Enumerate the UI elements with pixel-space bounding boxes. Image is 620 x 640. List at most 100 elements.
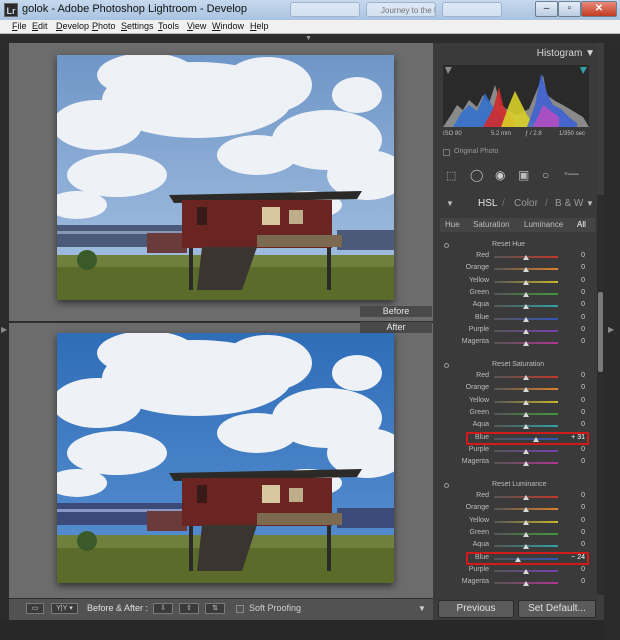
group-reset-2[interactable]: Reset Luminance	[492, 481, 546, 488]
slider-value-red[interactable]: 0	[545, 372, 585, 379]
slider-value-green[interactable]: 0	[545, 289, 585, 296]
slider-thumb-aqua[interactable]	[523, 304, 529, 310]
loupe-view-button[interactable]: ▭	[26, 603, 44, 614]
slider-thumb-yellow[interactable]	[523, 519, 529, 525]
top-panel-arrow-icon[interactable]: ▼	[305, 34, 312, 43]
slider-thumb-purple[interactable]	[523, 448, 529, 454]
slider-value-yellow[interactable]: 0	[545, 277, 585, 284]
menu-item-edit[interactable]: Edit	[32, 20, 48, 33]
red-eye-icon[interactable]: ◉	[495, 168, 505, 182]
slider-thumb-green[interactable]	[523, 291, 529, 297]
set-default-button[interactable]: Set Default...	[518, 600, 596, 618]
menu-item-window[interactable]: Window	[212, 20, 244, 33]
slider-thumb-orange[interactable]	[523, 507, 529, 513]
slider-thumb-red[interactable]	[523, 495, 529, 500]
slider-value-green[interactable]: 0	[545, 529, 585, 536]
slider-thumb-orange[interactable]	[523, 387, 529, 393]
slider-value-magenta[interactable]: 0	[545, 458, 585, 465]
slider-value-magenta[interactable]: 0	[545, 578, 585, 585]
slider-thumb-blue[interactable]	[532, 436, 539, 442]
slider-thumb-magenta[interactable]	[523, 461, 529, 467]
slider-value-aqua[interactable]: 0	[545, 301, 585, 308]
slider-thumb-orange[interactable]	[523, 267, 529, 273]
menu-item-photo[interactable]: Photo	[92, 20, 116, 33]
menu-item-tools[interactable]: Tools	[158, 20, 179, 33]
menu-item-view[interactable]: View	[187, 20, 206, 33]
tab-saturation[interactable]: Saturation	[473, 218, 509, 232]
slider-thumb-aqua[interactable]	[523, 544, 529, 550]
panel-scrollbar-thumb[interactable]	[598, 292, 603, 372]
spot-removal-icon[interactable]: ◯	[470, 168, 483, 182]
slider-value-aqua[interactable]: 0	[545, 541, 585, 548]
soft-proofing-checkbox[interactable]	[236, 605, 244, 613]
slider-thumb-magenta[interactable]	[523, 341, 529, 347]
group-reset-dot-icon[interactable]	[444, 243, 449, 248]
slider-value-green[interactable]: 0	[545, 409, 585, 416]
slider-value-red[interactable]: 0	[545, 252, 585, 259]
radial-filter-icon[interactable]: ○	[542, 168, 549, 182]
collapse-triangle-icon[interactable]: ▼	[586, 199, 594, 208]
slider-value-yellow[interactable]: 0	[545, 517, 585, 524]
slider-thumb-green[interactable]	[523, 531, 529, 537]
group-reset-dot-icon[interactable]	[444, 483, 449, 488]
menu-item-file[interactable]: File	[12, 20, 27, 33]
slider-label-purple: Purple	[468, 325, 489, 333]
left-panel-arrow-icon[interactable]: ▶	[1, 325, 7, 334]
panel-switch-icon[interactable]: ▼	[446, 199, 454, 208]
group-reset-1[interactable]: Reset Saturation	[492, 361, 544, 368]
minimize-button[interactable]: –	[535, 1, 558, 17]
slider-value-orange[interactable]: 0	[545, 504, 585, 511]
slider-value-orange[interactable]: 0	[545, 264, 585, 271]
slider-value-purple[interactable]: 0	[545, 446, 585, 453]
histogram-header[interactable]: Histogram ▼	[440, 48, 595, 60]
before-after-view-button[interactable]: Y|Y ▾	[51, 603, 78, 614]
tab-hue[interactable]: Hue	[445, 218, 460, 232]
slider-thumb-yellow[interactable]	[523, 279, 529, 285]
slider-thumb-purple[interactable]	[523, 568, 529, 574]
slider-thumb-blue[interactable]	[523, 316, 529, 322]
histogram-graph	[443, 65, 589, 127]
toolbar-menu-icon[interactable]: ▼	[418, 604, 426, 613]
menu-item-develop[interactable]: Develop	[56, 20, 89, 33]
color-title[interactable]: Color	[514, 198, 538, 209]
adjustment-brush-icon[interactable]: ◦—	[564, 168, 579, 180]
group-reset-0[interactable]: Reset Hue	[492, 241, 525, 248]
maximize-button[interactable]: ▫	[558, 1, 581, 17]
crop-overlay-icon[interactable]: ⬚	[446, 169, 456, 182]
slider-value-blue[interactable]: 0	[545, 314, 585, 321]
slider-value-blue[interactable]: + 31	[545, 434, 585, 441]
slider-value-aqua[interactable]: 0	[545, 421, 585, 428]
close-button[interactable]: ✕	[581, 1, 617, 17]
slider-value-yellow[interactable]: 0	[545, 397, 585, 404]
slider-thumb-blue[interactable]	[515, 556, 522, 562]
slider-value-purple[interactable]: 0	[545, 566, 585, 573]
slider-thumb-aqua[interactable]	[523, 424, 529, 430]
slider-thumb-magenta[interactable]	[523, 581, 529, 587]
copy-before-to-after-button[interactable]: ⇩	[153, 603, 173, 614]
tab-all[interactable]: All	[577, 218, 586, 232]
hsl-panel-header[interactable]: ▼ HSL / Color / B & W ▼	[440, 197, 595, 211]
slider-thumb-yellow[interactable]	[523, 399, 529, 405]
bw-title[interactable]: B & W	[555, 198, 583, 209]
slider-thumb-red[interactable]	[523, 375, 529, 380]
menu-item-help[interactable]: Help	[250, 20, 269, 33]
original-photo-checkbox[interactable]	[443, 149, 450, 156]
slider-thumb-red[interactable]	[523, 255, 529, 260]
copy-after-to-before-button[interactable]: ⇧	[179, 603, 199, 614]
slider-value-magenta[interactable]: 0	[545, 338, 585, 345]
group-reset-dot-icon[interactable]	[444, 363, 449, 368]
swap-before-after-button[interactable]: ⇅	[205, 603, 225, 614]
slider-thumb-green[interactable]	[523, 411, 529, 417]
right-panel-arrow-icon[interactable]: ▶	[608, 325, 614, 334]
hsl-title[interactable]: HSL	[478, 198, 497, 209]
slider-value-purple[interactable]: 0	[545, 326, 585, 333]
panel-scrollbar-track[interactable]	[597, 195, 604, 595]
slider-value-blue[interactable]: − 24	[545, 554, 585, 561]
slider-value-orange[interactable]: 0	[545, 384, 585, 391]
previous-button[interactable]: Previous	[438, 600, 514, 618]
tab-luminance[interactable]: Luminance	[524, 218, 563, 232]
slider-thumb-purple[interactable]	[523, 328, 529, 334]
graduated-filter-icon[interactable]: ▣	[518, 168, 529, 182]
slider-value-red[interactable]: 0	[545, 492, 585, 499]
menu-item-settings[interactable]: Settings	[121, 20, 154, 33]
